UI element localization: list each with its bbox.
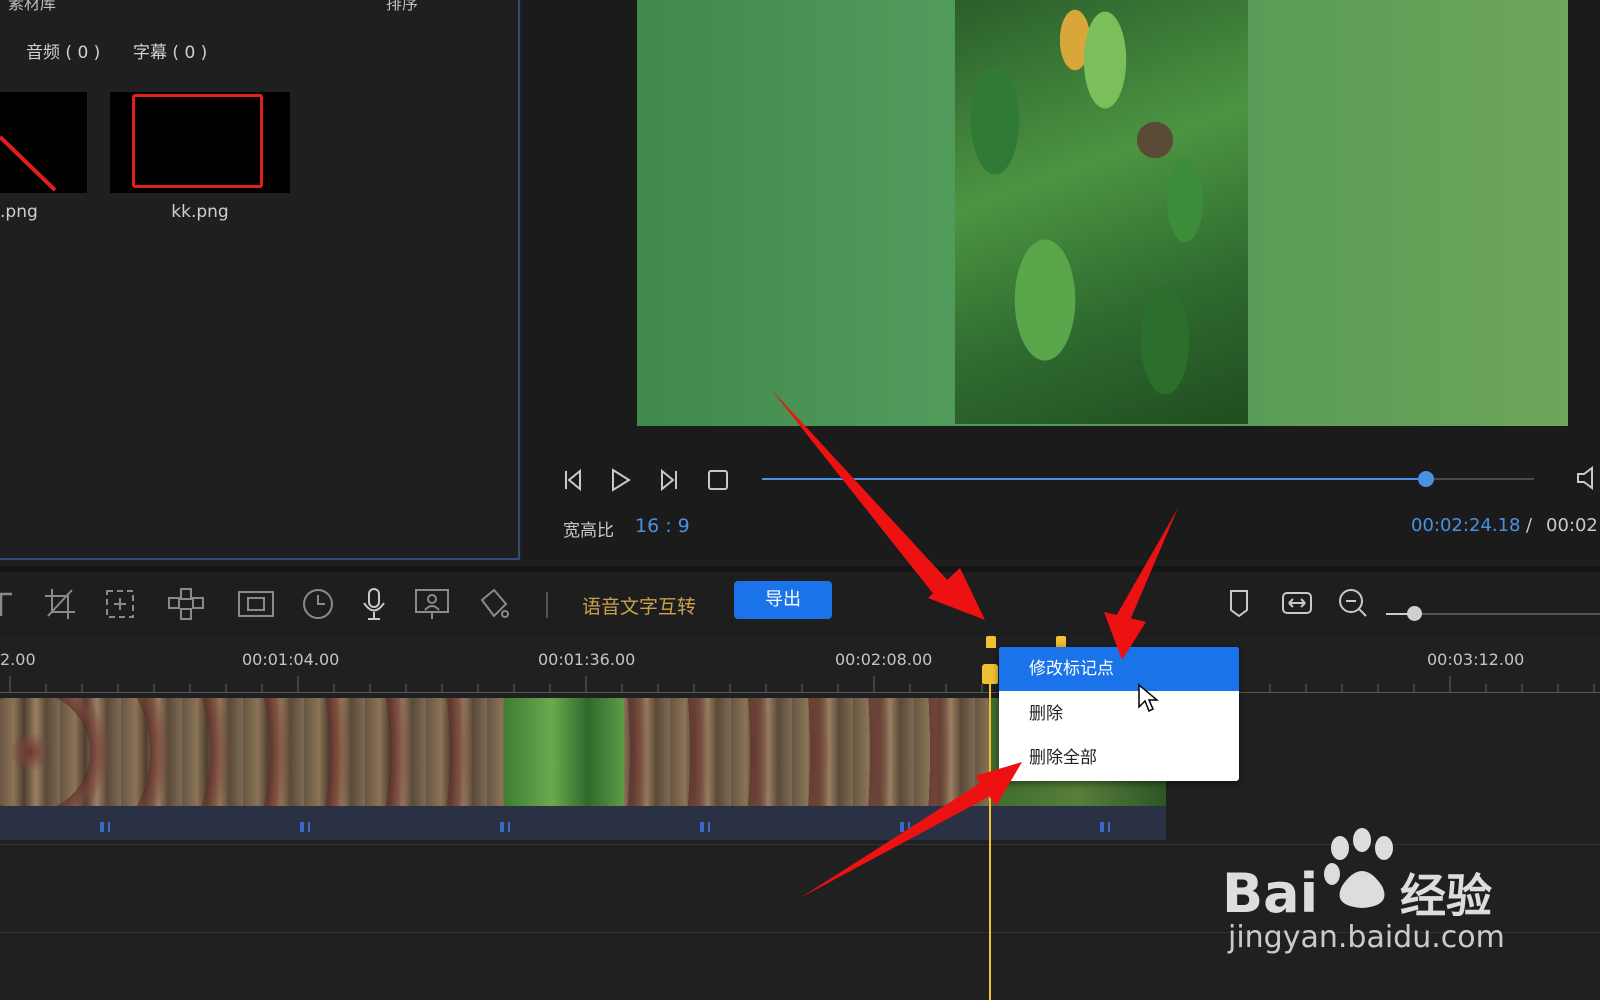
fit-timeline-icon[interactable] bbox=[1280, 586, 1314, 620]
svg-text:经验: 经验 bbox=[1400, 869, 1492, 923]
playhead-line[interactable] bbox=[989, 676, 991, 1000]
playback-progress-bar[interactable] bbox=[762, 471, 1534, 487]
aspect-ratio-label: 宽高比 bbox=[563, 521, 614, 541]
menu-item-delete-all[interactable]: 删除全部 bbox=[999, 736, 1239, 780]
media-thumbnail[interactable] bbox=[110, 92, 290, 193]
media-library-panel: 素材库 排序 音频 ( 0 ) 字幕 ( 0 ) .png kk.png bbox=[0, 0, 520, 560]
timeline-ruler[interactable] bbox=[0, 672, 1600, 694]
time-separator: / bbox=[1526, 515, 1533, 536]
red-rectangle-image bbox=[132, 94, 263, 188]
total-time: 00:02: bbox=[1546, 515, 1600, 536]
aspect-ratio-value[interactable]: 16 : 9 bbox=[635, 515, 690, 537]
media-item-name: kk.png bbox=[171, 202, 229, 222]
stop-icon[interactable] bbox=[704, 466, 732, 494]
text-tool-icon[interactable] bbox=[0, 586, 22, 622]
frame-icon[interactable] bbox=[236, 586, 274, 622]
tab-audio[interactable]: 音频 ( 0 ) bbox=[26, 38, 100, 63]
toolbar-divider bbox=[546, 592, 548, 618]
marker-context-menu: 修改标记点 删除 删除全部 bbox=[999, 647, 1239, 781]
presentation-icon[interactable] bbox=[412, 586, 449, 622]
clip-thumbnail-leaves bbox=[504, 698, 624, 806]
red-line-image bbox=[0, 135, 57, 192]
crop-icon[interactable] bbox=[42, 586, 78, 622]
audio-waveform bbox=[0, 822, 1166, 832]
resize-icon[interactable] bbox=[102, 586, 138, 622]
tab-subtitle[interactable]: 字幕 ( 0 ) bbox=[133, 38, 207, 63]
speed-clock-icon[interactable] bbox=[300, 586, 336, 622]
zoom-slider-handle[interactable] bbox=[1407, 606, 1422, 621]
ruler-tick-label: 2.00 bbox=[0, 650, 36, 669]
ruler-tick-label: 00:01:04.00 bbox=[242, 650, 340, 669]
media-item-name: .png bbox=[0, 202, 38, 222]
menu-item-edit-marker[interactable]: 修改标记点 bbox=[999, 647, 1239, 691]
export-button[interactable]: 导出 bbox=[734, 581, 832, 619]
play-icon[interactable] bbox=[606, 466, 634, 494]
ruler-baseline bbox=[0, 692, 1600, 693]
zoom-out-icon[interactable] bbox=[1336, 586, 1370, 620]
playhead-handle[interactable] bbox=[982, 664, 998, 684]
media-thumbnail[interactable] bbox=[0, 92, 87, 193]
sort-button[interactable]: 排序 bbox=[386, 0, 418, 14]
prev-frame-icon[interactable] bbox=[560, 466, 588, 494]
video-track-clip[interactable] bbox=[0, 698, 1166, 806]
volume-icon[interactable] bbox=[1574, 464, 1600, 492]
progress-fill bbox=[762, 478, 1426, 480]
progress-handle[interactable] bbox=[1417, 471, 1434, 487]
current-time: 00:02:24.18 bbox=[1411, 515, 1521, 536]
microphone-icon[interactable] bbox=[356, 586, 392, 622]
svg-text:Bai: Bai bbox=[1222, 862, 1318, 925]
edit-toolbar: 语音文字互转 导出 bbox=[0, 566, 1600, 640]
timeline-marker[interactable] bbox=[986, 636, 996, 648]
paint-bucket-icon[interactable] bbox=[476, 586, 512, 622]
menu-item-delete[interactable]: 删除 bbox=[999, 692, 1239, 736]
mouse-cursor-icon bbox=[1138, 683, 1159, 713]
video-preview bbox=[637, 0, 1568, 426]
marker-icon[interactable] bbox=[1222, 586, 1256, 620]
ruler-tick-label: 00:03:12.00 bbox=[1427, 650, 1525, 669]
ruler-tick-label: 00:02:08.00 bbox=[835, 650, 933, 669]
media-library-title: 素材库 bbox=[8, 0, 57, 13]
speech-text-convert-button[interactable]: 语音文字互转 bbox=[582, 592, 696, 619]
watermark-url: jingyan.baidu.com bbox=[1228, 920, 1505, 955]
video-frame-image bbox=[955, 0, 1248, 424]
next-frame-icon[interactable] bbox=[654, 466, 682, 494]
audio-waveform-track[interactable] bbox=[0, 806, 1166, 840]
ruler-tick-label: 00:01:36.00 bbox=[538, 650, 636, 669]
mosaic-icon[interactable] bbox=[166, 586, 204, 622]
